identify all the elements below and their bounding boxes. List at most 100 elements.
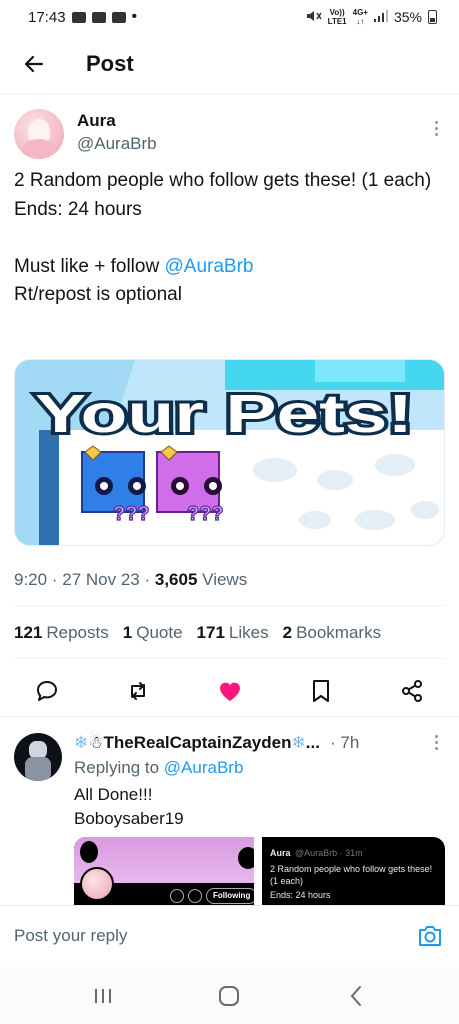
reply-avatar[interactable] xyxy=(14,733,62,781)
meta-separator: · xyxy=(144,570,151,589)
more-notifications-dot-icon: • xyxy=(131,8,138,25)
repost-icon xyxy=(131,682,146,700)
replying-to: Replying to @AuraBrb xyxy=(74,758,243,778)
recent-apps-icon xyxy=(95,988,112,1003)
avatar[interactable] xyxy=(14,109,64,159)
post-text-line: Must like + follow @AuraBrb xyxy=(14,253,445,282)
network-type-label: 4G+ xyxy=(352,8,368,17)
post-text-line: Ends: 24 hours xyxy=(14,198,142,220)
bookmarks-count: 2 xyxy=(282,623,293,642)
reply-image-author: Aura xyxy=(270,848,291,858)
status-right: Vo)) LTE1 4G+ ↓↑ 35% xyxy=(306,8,437,26)
mail-icon xyxy=(170,889,184,903)
reply-image-avatar xyxy=(80,867,114,901)
chevron-left-icon xyxy=(350,985,361,1006)
gallery-notification-icon xyxy=(71,11,86,23)
likes-count: 171 xyxy=(196,623,225,642)
post-text-prefix: Must like + follow xyxy=(14,255,165,277)
reply-time: · 7h xyxy=(330,733,360,752)
camera-icon xyxy=(419,926,441,946)
home-button[interactable] xyxy=(209,976,249,1016)
mention-link[interactable]: @AuraBrb xyxy=(164,256,253,277)
action-bar xyxy=(14,671,445,711)
pet-2-label: ??? xyxy=(187,503,224,525)
back-button[interactable] xyxy=(6,36,62,92)
camera-button[interactable] xyxy=(417,924,443,948)
reposts-label: Reposts xyxy=(46,623,109,642)
battery-percent: 35% xyxy=(393,9,422,25)
post-text: 2 Random people who follow gets these! (… xyxy=(14,167,445,310)
more-options-button[interactable] xyxy=(433,121,439,136)
snowflake-icon: ❄ xyxy=(74,733,89,752)
reply-image-post[interactable]: Aura @AuraBrb · 31m 2 Random people who … xyxy=(262,837,445,912)
like-button[interactable] xyxy=(215,676,245,706)
repost-button[interactable] xyxy=(123,676,153,706)
quotes-count: 1 xyxy=(122,623,133,642)
post-meta: 9:20 · 27 Nov 23 · 3,605 Views xyxy=(14,570,247,590)
reply-image-handle: @AuraBrb · 31m xyxy=(294,848,363,858)
quotes-label: Quote xyxy=(136,623,183,642)
reply-author-name-ellipsis: ... xyxy=(305,733,320,752)
post-text-line: Rt/repost is optional xyxy=(14,284,182,305)
share-button[interactable] xyxy=(397,676,427,706)
likes-label: Likes xyxy=(228,623,269,642)
reply-button[interactable] xyxy=(32,676,62,706)
reply-image-profile[interactable]: Following xyxy=(74,837,254,912)
views-count: 3,605 xyxy=(154,570,198,589)
engagement-stats: 121 Reposts 1 Quote 171 Likes 2 Bookmarks xyxy=(14,623,445,643)
volte-top: Vo)) xyxy=(329,8,345,17)
post-text-blank xyxy=(14,224,445,253)
reply-more-options-button[interactable] xyxy=(433,735,439,750)
views-label: Views xyxy=(202,570,248,589)
reply-composer xyxy=(0,905,459,967)
youtube-notification-icon xyxy=(91,11,106,23)
author-handle[interactable]: @AuraBrb xyxy=(77,134,157,154)
divider xyxy=(14,605,445,606)
reply-text: All Done!!! Boboysaber19 xyxy=(74,783,184,831)
reply-image-text-2: Ends: 24 hours xyxy=(270,890,331,900)
status-time: 17:43 xyxy=(28,8,66,26)
network-type-indicator: 4G+ ↓↑ xyxy=(352,8,368,26)
reply-image-text: 2 Random people who follow gets these! (… xyxy=(270,864,433,886)
reply-text-line: Boboysaber19 xyxy=(74,809,184,828)
heart-filled-icon xyxy=(219,682,240,701)
divider xyxy=(14,658,445,659)
page-title: Post xyxy=(86,50,134,76)
status-left: 17:43 • xyxy=(28,9,137,26)
arrow-left-icon xyxy=(24,55,44,72)
volte-indicator: Vo)) LTE1 xyxy=(328,8,347,26)
pet-1-label: ??? xyxy=(113,503,150,525)
post-image[interactable]: ??? ??? Your Pets! xyxy=(14,359,445,546)
bookmark-button[interactable] xyxy=(306,676,336,706)
reply-author-name[interactable]: ❄☃TheRealCaptainZayden❄... xyxy=(74,733,320,753)
replying-to-mention[interactable]: @AuraBrb xyxy=(164,758,244,777)
share-icon xyxy=(402,680,422,702)
status-bar: 17:43 • Vo)) LTE1 4G+ ↓↑ 35% xyxy=(0,0,459,34)
system-back-button[interactable] xyxy=(336,976,376,1016)
bookmark-icon xyxy=(312,680,329,702)
battery-icon xyxy=(428,10,437,24)
image-title: Your Pets! xyxy=(35,384,413,444)
recent-apps-button[interactable] xyxy=(83,976,123,1016)
snowman-icon: ☃ xyxy=(88,733,104,752)
top-bar: Post xyxy=(0,34,459,94)
snowflake-icon: ❄ xyxy=(291,733,306,752)
bell-icon xyxy=(188,889,202,903)
quotes-stat[interactable]: 1 Quote xyxy=(123,623,183,643)
post-text-line: 2 Random people who follow gets these! (… xyxy=(14,170,432,191)
reply-text-line: All Done!!! xyxy=(74,785,153,804)
reply-author-name-text: TheRealCaptainZayden xyxy=(103,733,292,752)
youtube-notification-icon-2 xyxy=(111,11,126,23)
likes-stat[interactable]: 171 Likes xyxy=(197,623,269,643)
post-time: 9:20 xyxy=(14,570,48,589)
reply-post[interactable]: ❄☃TheRealCaptainZayden❄... · 7h Replying… xyxy=(0,716,459,912)
bookmarks-stat[interactable]: 2 Bookmarks xyxy=(283,623,382,643)
signal-icon xyxy=(373,9,388,25)
author-name[interactable]: Aura xyxy=(77,111,116,131)
system-nav-bar xyxy=(0,967,459,1024)
volte-bottom: LTE1 xyxy=(327,17,347,26)
reposts-stat[interactable]: 121 Reposts xyxy=(14,623,109,643)
reply-input[interactable] xyxy=(14,926,354,946)
post-date: 27 Nov 23 xyxy=(62,570,140,589)
following-badge: Following xyxy=(206,888,254,904)
